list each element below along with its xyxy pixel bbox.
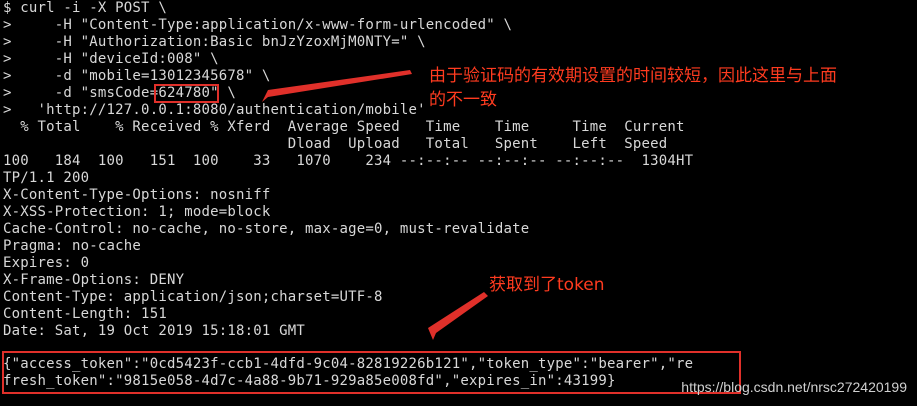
sms-code-note-line2: 的不一致	[429, 90, 497, 110]
token-note: 获取到了token	[489, 275, 605, 295]
arrow-to-token	[428, 292, 488, 340]
watermark: https://blog.csdn.net/nrsc272420199	[681, 379, 907, 395]
sms-code-note-line1: 由于验证码的有效期设置的时间较短，因此这里与上面	[429, 66, 837, 86]
arrow-to-smscode	[262, 70, 412, 102]
annotation-arrows	[262, 70, 488, 340]
